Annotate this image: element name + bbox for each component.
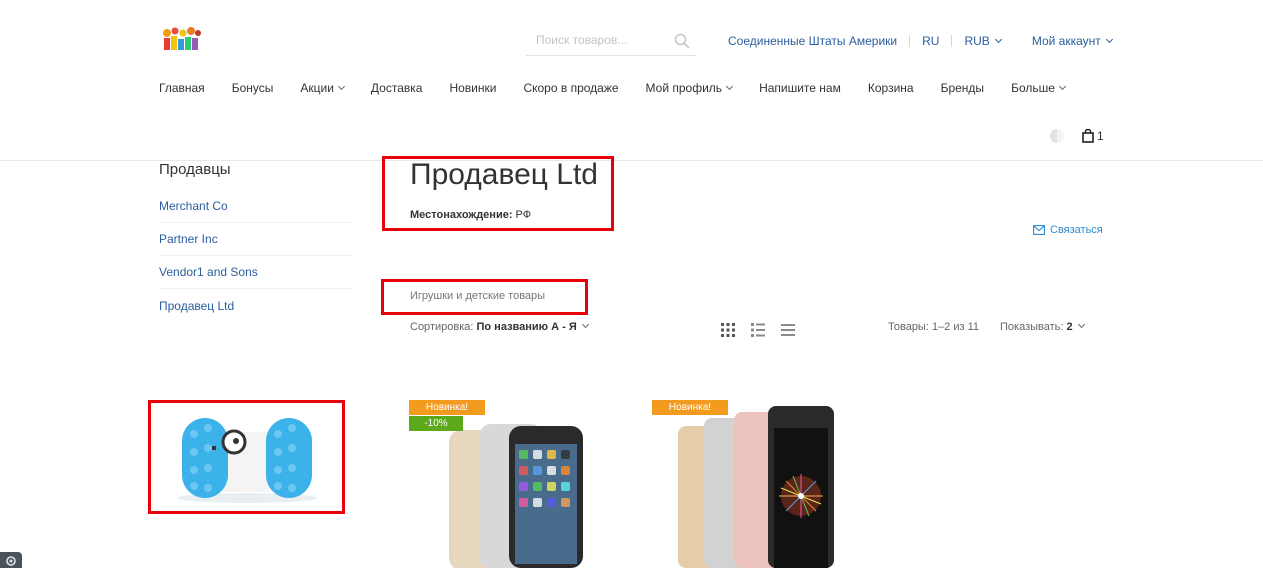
- settings-button[interactable]: [0, 552, 22, 568]
- search-input[interactable]: [526, 28, 666, 52]
- nav-item-label: Акции: [300, 81, 334, 95]
- per-page-value: 2: [1066, 321, 1073, 333]
- account-menu[interactable]: Мой аккаунт: [1031, 34, 1113, 48]
- badge-discount: -10%: [409, 416, 463, 431]
- divider: [909, 35, 911, 47]
- nav-item-delivery[interactable]: Доставка: [371, 81, 423, 95]
- nav-item-promotions[interactable]: Акции: [300, 81, 345, 95]
- gear-icon: [6, 556, 16, 566]
- grid-view-icon[interactable]: [721, 323, 735, 337]
- search-icon[interactable]: [674, 33, 690, 49]
- nav-item-profile[interactable]: Мой профиль: [645, 81, 734, 95]
- list-item: Продавец Ltd: [159, 289, 352, 322]
- chevron-down-icon: [337, 82, 345, 91]
- compact-list-icon[interactable]: [781, 323, 795, 337]
- vendor-link-merchant-co[interactable]: Merchant Co: [159, 199, 228, 213]
- language-selector[interactable]: RU: [922, 34, 939, 48]
- cart-count[interactable]: 1: [1097, 129, 1104, 143]
- highlight-box: [148, 400, 345, 514]
- nav-item-label: Мой профиль: [645, 81, 723, 95]
- product-card[interactable]: Новинка!: [652, 400, 842, 568]
- list-item: Vendor1 and Sons: [159, 256, 352, 289]
- badge-new: Новинка!: [409, 400, 485, 415]
- per-page-selector[interactable]: Показывать: 2: [1000, 320, 1085, 333]
- chevron-down-icon: [1058, 82, 1066, 91]
- chevron-down-icon: [726, 82, 734, 91]
- divider: [951, 35, 953, 47]
- nav-item-cart[interactable]: Корзина: [868, 81, 914, 95]
- nav-item-bonuses[interactable]: Бонусы: [232, 81, 274, 95]
- nav-item-brands[interactable]: Бренды: [941, 81, 984, 95]
- shopping-bag-icon[interactable]: [1082, 129, 1094, 143]
- per-page-label: Показывать:: [1000, 321, 1064, 333]
- chevron-down-icon: [1077, 320, 1085, 329]
- contact-vendor-button[interactable]: Связаться: [1033, 224, 1103, 236]
- account-label: Мой аккаунт: [1031, 34, 1101, 48]
- product-image: [449, 424, 583, 568]
- nav-item-home[interactable]: Главная: [159, 81, 205, 95]
- country-selector[interactable]: Соединенные Штаты Америки: [728, 34, 897, 48]
- nav-item-label: Больше: [1011, 81, 1055, 95]
- vendor-link-vendor1[interactable]: Vendor1 and Sons: [159, 265, 258, 279]
- sidebar-title: Продавцы: [159, 161, 231, 178]
- nav-item-new[interactable]: Новинки: [449, 81, 496, 95]
- chevron-down-icon: [581, 320, 589, 329]
- top-links: Соединенные Штаты Америки RU RUB Мой акк…: [728, 33, 1113, 49]
- compare-icon[interactable]: [1049, 128, 1065, 144]
- products-count: Товары: 1–2 из 11: [888, 321, 980, 333]
- highlight-box: [381, 279, 588, 315]
- envelope-icon: [1033, 225, 1045, 235]
- chevron-down-icon: [1105, 35, 1113, 44]
- nav-item-more[interactable]: Больше: [1011, 81, 1066, 95]
- highlight-box: [382, 156, 614, 231]
- sort-selector[interactable]: Сортировка: По названию А - Я: [410, 320, 589, 333]
- nav-item-contact-us[interactable]: Напишите нам: [759, 81, 841, 95]
- sort-value: По названию А - Я: [476, 321, 577, 333]
- list-view-icon[interactable]: [751, 323, 765, 337]
- vendor-link-partner-inc[interactable]: Partner Inc: [159, 232, 218, 246]
- contact-label: Связаться: [1050, 224, 1103, 236]
- store-logo[interactable]: [160, 26, 204, 52]
- main-nav: Главная Бонусы Акции Доставка Новинки Ск…: [159, 81, 1092, 95]
- chevron-down-icon: [994, 35, 1002, 44]
- currency-label: RUB: [964, 34, 990, 48]
- list-item: Merchant Co: [159, 190, 352, 223]
- view-switcher: [721, 323, 811, 337]
- search-box[interactable]: [526, 28, 696, 56]
- badge-new: Новинка!: [652, 400, 728, 415]
- vendor-list: Merchant Co Partner Inc Vendor1 and Sons…: [159, 190, 352, 322]
- currency-selector[interactable]: RUB: [964, 34, 1002, 48]
- sort-label: Сортировка:: [410, 321, 474, 333]
- list-item: Partner Inc: [159, 223, 352, 256]
- vendor-link-prodavets[interactable]: Продавец Ltd: [159, 299, 234, 313]
- header-tools: 1: [1049, 128, 1104, 144]
- product-image: [678, 406, 834, 568]
- product-card[interactable]: Новинка! -10%: [409, 400, 599, 568]
- nav-item-coming-soon[interactable]: Скоро в продаже: [523, 81, 618, 95]
